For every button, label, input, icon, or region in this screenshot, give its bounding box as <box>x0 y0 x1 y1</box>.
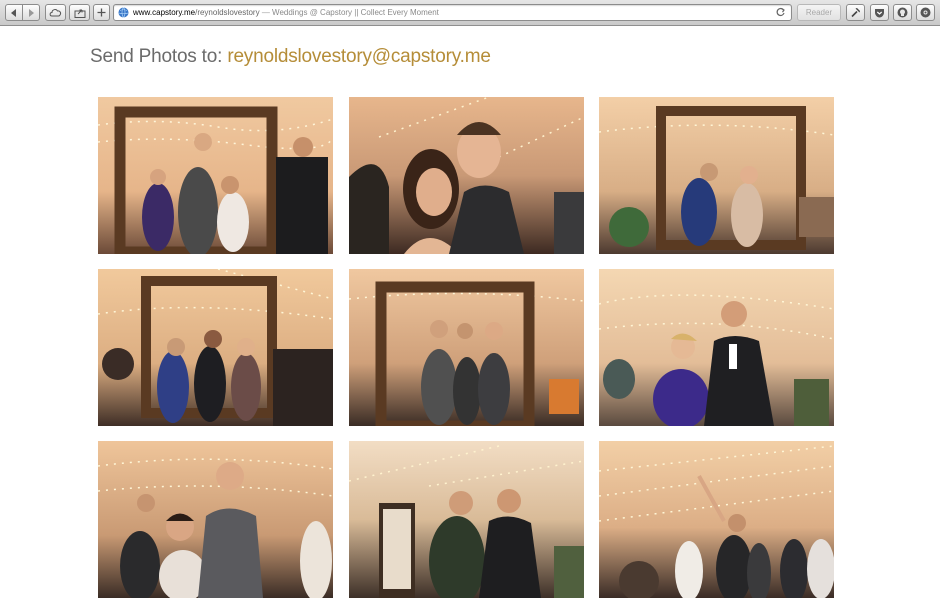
extension-button[interactable] <box>893 4 912 21</box>
forward-arrow-icon <box>29 8 34 17</box>
gear-icon <box>920 7 931 18</box>
pocket-button[interactable] <box>870 4 889 21</box>
photo-8-image <box>348 441 584 598</box>
globe-icon <box>118 7 129 18</box>
gallery-photo[interactable] <box>348 97 584 254</box>
share-icon <box>74 9 85 18</box>
tools-button[interactable] <box>846 4 865 21</box>
address-bar[interactable]: www.capstory.me/reynoldslovestory — Wedd… <box>113 4 792 21</box>
reload-icon[interactable] <box>775 7 786 18</box>
gallery-photo[interactable] <box>348 441 584 598</box>
cloud-icon <box>49 9 62 17</box>
photo-9-image <box>599 441 834 598</box>
gallery-photo[interactable] <box>599 441 834 598</box>
hammer-icon <box>851 8 860 18</box>
send-photos-prefix: Send Photos to: <box>90 46 223 67</box>
photo-5-image <box>348 269 584 426</box>
upload-email-link[interactable]: reynoldslovestory@capstory.me <box>227 46 491 67</box>
photo-3-image <box>599 97 834 254</box>
send-photos-heading: Send Photos to: reynoldslovestory@capsto… <box>90 46 491 72</box>
photo-7-image <box>98 441 333 598</box>
photo-2-image <box>348 97 584 254</box>
url-host: www.capstory.me <box>133 8 196 17</box>
photo-gallery <box>98 97 834 598</box>
nav-buttons <box>5 4 41 21</box>
photo-1-image <box>98 97 333 254</box>
photo-4-image <box>98 269 333 426</box>
back-button[interactable] <box>5 4 23 21</box>
forward-button[interactable] <box>22 4 40 21</box>
url-separator: — <box>261 8 270 17</box>
ghost-extension-icon <box>897 7 908 18</box>
browser-toolbar: www.capstory.me/reynoldslovestory — Wedd… <box>0 0 940 26</box>
gallery-photo[interactable] <box>599 97 834 254</box>
share-button[interactable] <box>69 4 90 21</box>
icloud-tabs-button[interactable] <box>45 4 66 21</box>
new-tab-button[interactable] <box>93 4 110 21</box>
url-text: www.capstory.me/reynoldslovestory — Wedd… <box>133 8 439 17</box>
gallery-photo[interactable] <box>98 97 333 254</box>
reader-button[interactable]: Reader <box>797 4 841 21</box>
url-page-title: Weddings @ Capstory || Collect Every Mom… <box>272 8 439 17</box>
url-path: /reynoldslovestory <box>195 8 260 17</box>
gallery-photo[interactable] <box>348 269 584 426</box>
gallery-photo[interactable] <box>98 441 333 598</box>
settings-button[interactable] <box>916 4 935 21</box>
plus-icon <box>97 8 106 17</box>
photo-6-image <box>599 269 834 426</box>
pocket-icon <box>875 8 884 17</box>
gallery-photo[interactable] <box>98 269 333 426</box>
gallery-photo[interactable] <box>599 269 834 426</box>
back-arrow-icon <box>11 8 16 17</box>
